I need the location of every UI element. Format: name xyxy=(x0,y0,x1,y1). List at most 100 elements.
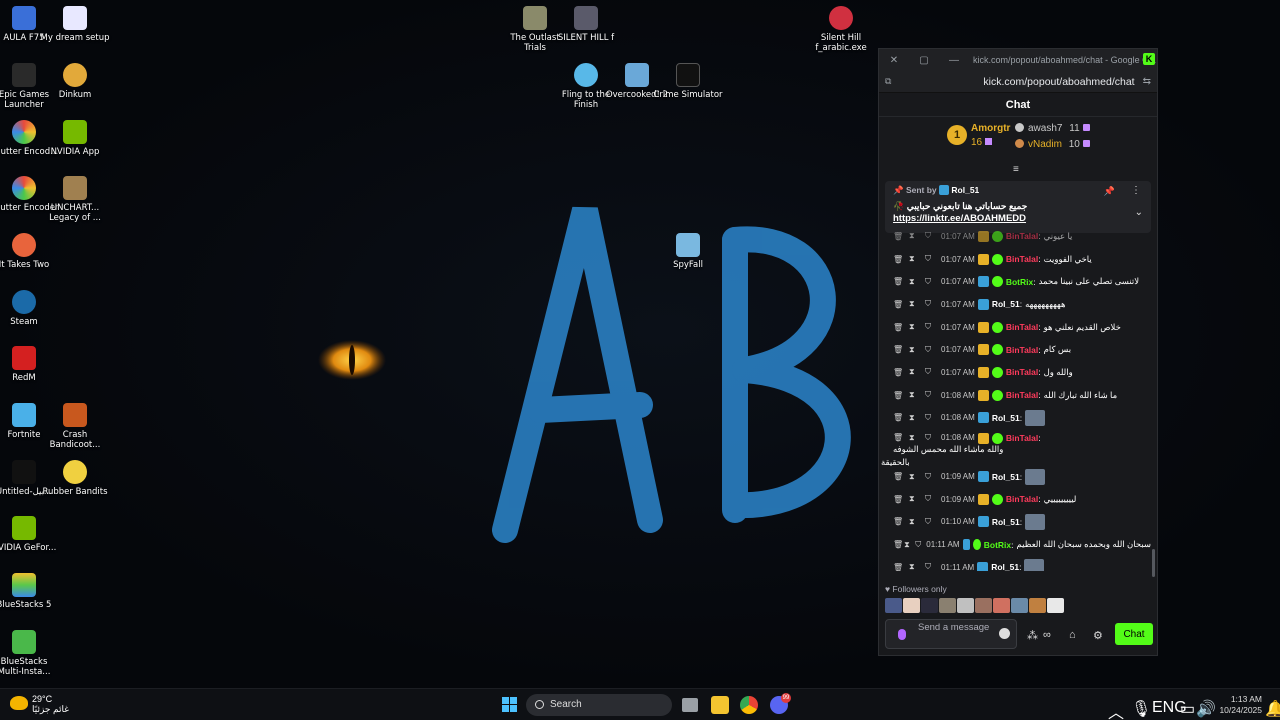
message-username[interactable]: BinTalal xyxy=(1006,494,1038,504)
desktop-icon-rubber-bandits[interactable]: Rubber Bandits xyxy=(39,460,111,497)
trash-icon[interactable]: 🗑 xyxy=(893,563,909,571)
chevron-down-icon[interactable]: ⌄ xyxy=(1135,207,1143,218)
shield-icon[interactable]: ⛉ xyxy=(925,472,941,482)
system-clock[interactable]: 1:13 AM 10/24/2025 xyxy=(1216,694,1262,716)
chat-message[interactable]: 🗑 ⧗ ⛉ 01:07 AM BinTalal: يا عيوني xyxy=(879,225,1151,248)
message-username[interactable]: BinTalal xyxy=(1006,367,1038,377)
trash-icon[interactable]: 🗑 xyxy=(893,540,904,549)
trash-icon[interactable]: 🗑 xyxy=(893,300,909,309)
shield-icon[interactable]: ⛉ xyxy=(925,413,941,423)
third-place-row[interactable]: vNadim 10 xyxy=(1015,139,1090,150)
trash-icon[interactable]: 🗑 xyxy=(893,391,909,400)
trash-icon[interactable]: 🗑 xyxy=(893,323,909,332)
trash-icon[interactable]: 🗑 xyxy=(893,517,909,526)
desktop-icon-bluestacks-multi[interactable]: BlueStacks Multi-Insta... xyxy=(0,630,60,677)
trash-icon[interactable]: 🗑 xyxy=(893,495,909,504)
desktop-icon-dinkum[interactable]: Dinkum xyxy=(39,63,111,100)
desktop-icon-nvidia-app[interactable]: NVIDIA App xyxy=(39,120,111,157)
timeout-icon[interactable]: ⧗ xyxy=(909,390,925,400)
file-explorer-icon[interactable] xyxy=(711,696,729,714)
chat-message[interactable]: 🗑 ⧗ ⛉ 01:07 AM BinTalal: والله ول xyxy=(879,361,1151,384)
message-username[interactable]: BinTalal xyxy=(1006,322,1038,332)
trash-icon[interactable]: 🗑 xyxy=(893,232,909,241)
shield-icon[interactable]: ⛉ xyxy=(925,562,941,571)
emoji-icon[interactable] xyxy=(999,628,1010,639)
shield-icon[interactable]: ⛉ xyxy=(925,433,941,443)
desktop-icon-dream-setup[interactable]: My dream setup xyxy=(39,6,111,43)
chat-message[interactable]: 🗑 ⧗ ⛉ 01:07 AM BinTalal: بس كام xyxy=(879,338,1151,361)
message-username[interactable]: BinTalal xyxy=(1006,254,1038,264)
avatar[interactable] xyxy=(1029,598,1046,613)
timeout-icon[interactable]: ⧗ xyxy=(909,299,925,309)
timeout-icon[interactable]: ⧗ xyxy=(909,254,925,264)
chat-message[interactable]: 🗑 ⧗ ⛉ 01:07 AM BinTalal: ياخي الفوويت xyxy=(879,248,1151,271)
chat-message[interactable]: 🗑 ⧗ ⛉ 01:08 AM BinTalal: ما شاء الله تبارك ال… xyxy=(879,384,1151,407)
avatar[interactable] xyxy=(1047,598,1064,613)
shield-icon[interactable]: ⛉ xyxy=(925,517,941,527)
timeout-icon[interactable]: ⧗ xyxy=(909,517,925,527)
shield-icon[interactable]: ⛉ xyxy=(925,277,941,287)
volume-icon[interactable]: 🔊 xyxy=(1196,699,1216,719)
more-options-icon[interactable]: ⋮ xyxy=(1131,185,1141,196)
message-username[interactable]: BinTalal xyxy=(1006,231,1038,241)
shield-icon[interactable]: ⛉ xyxy=(925,367,941,377)
infinity-icon[interactable]: ∞ xyxy=(1043,629,1051,641)
people-icon[interactable]: ⁂ xyxy=(1027,629,1038,642)
avatar[interactable] xyxy=(939,598,956,613)
shield-icon[interactable]: ⛉ xyxy=(925,390,941,400)
desktop-icon-redm[interactable]: RedM xyxy=(0,346,60,383)
emote-image[interactable] xyxy=(1025,513,1046,530)
chat-message[interactable]: 🗑 ⧗ ⛉ 01:09 AM Rol_51: xyxy=(879,465,1151,488)
desktop-icon-uncharted[interactable]: UNCHART... Legacy of ... xyxy=(39,176,111,223)
pinned-username[interactable]: Rol_51 xyxy=(951,185,979,195)
desktop-icon-steam[interactable]: Steam xyxy=(0,290,60,327)
avatar[interactable] xyxy=(975,598,992,613)
minimize-window-icon[interactable]: — xyxy=(939,55,969,66)
avatar[interactable] xyxy=(957,598,974,613)
timeout-icon[interactable]: ⧗ xyxy=(909,494,925,504)
shield-icon[interactable]: ⛉ xyxy=(925,345,941,355)
pin-icon[interactable]: 📌 xyxy=(1104,186,1115,197)
filter-icon[interactable]: ≡ xyxy=(1013,164,1019,175)
taskbar-search[interactable]: Search xyxy=(526,694,672,716)
trash-icon[interactable]: 🗑 xyxy=(893,277,909,286)
shield-icon[interactable]: ⛉ xyxy=(925,299,941,309)
timeout-icon[interactable]: ⧗ xyxy=(909,345,925,355)
chat-message[interactable]: 🗑 ⧗ ⛉ 01:10 AM Rol_51: xyxy=(879,511,1151,534)
first-place-name[interactable]: Amorgtr xyxy=(971,123,1010,134)
timeout-icon[interactable]: ⧗ xyxy=(909,562,925,571)
chat-scrollbar[interactable] xyxy=(1152,549,1155,577)
message-username[interactable]: Rol_51 xyxy=(992,413,1020,423)
timeout-icon[interactable]: ⧗ xyxy=(909,277,925,287)
message-username[interactable]: Rol_51 xyxy=(991,562,1019,571)
pinned-link[interactable]: https://linktr.ee/ABOAHMEDD xyxy=(893,213,1143,224)
message-username[interactable]: Rol_51 xyxy=(992,472,1020,482)
shield-icon[interactable]: ⛉ xyxy=(925,231,941,241)
avatar[interactable] xyxy=(921,598,938,613)
desktop-icon-crash[interactable]: Crash Bandicoot... xyxy=(39,403,111,450)
avatar[interactable] xyxy=(885,598,902,613)
url-text[interactable]: kick.com/popout/aboahmed/chat xyxy=(891,76,1142,88)
message-username[interactable]: BinTalal xyxy=(1006,345,1038,355)
desktop-icon-spyfall[interactable]: SpyFall xyxy=(652,233,724,270)
chevron-up-icon[interactable]: ︿ xyxy=(1108,699,1124,720)
shield-icon[interactable]: ⛉ xyxy=(925,254,941,264)
shield-icon[interactable]: ⛉ xyxy=(925,322,941,332)
trash-icon[interactable]: 🗑 xyxy=(893,345,909,354)
chat-message[interactable]: 🗑 ⧗ ⛉ 01:11 AM BotRix: سبحان الله وبحمده سبحا… xyxy=(879,533,1151,556)
emote-image[interactable] xyxy=(1025,409,1046,426)
chat-message[interactable]: 🗑 ⧗ ⛉ 01:09 AM BinTalal: ليييييييييي xyxy=(879,488,1151,511)
desktop-icon-geforce[interactable]: NVIDIA GeFor... xyxy=(0,516,60,553)
chat-message[interactable]: 🗑 ⧗ ⛉ 01:08 AM BinTalal: والله ماشاء الله محم… xyxy=(879,429,1151,467)
shield-icon[interactable]: ⛉ xyxy=(915,540,926,550)
message-username[interactable]: Rol_51 xyxy=(992,299,1020,309)
timeout-icon[interactable]: ⧗ xyxy=(909,413,925,423)
trash-icon[interactable]: 🗑 xyxy=(893,368,909,377)
maximize-window-icon[interactable]: ▢ xyxy=(909,55,939,66)
message-username[interactable]: BotRix xyxy=(984,540,1011,550)
task-view-icon[interactable] xyxy=(682,698,698,712)
chat-message[interactable]: 🗑 ⧗ ⛉ 01:07 AM Rol_51: هههههههههه xyxy=(879,293,1151,316)
address-bar[interactable]: ⧉ kick.com/popout/aboahmed/chat ⇆ xyxy=(879,71,1157,93)
trash-icon[interactable]: 🗑 xyxy=(893,413,909,422)
timeout-icon[interactable]: ⧗ xyxy=(904,540,915,550)
